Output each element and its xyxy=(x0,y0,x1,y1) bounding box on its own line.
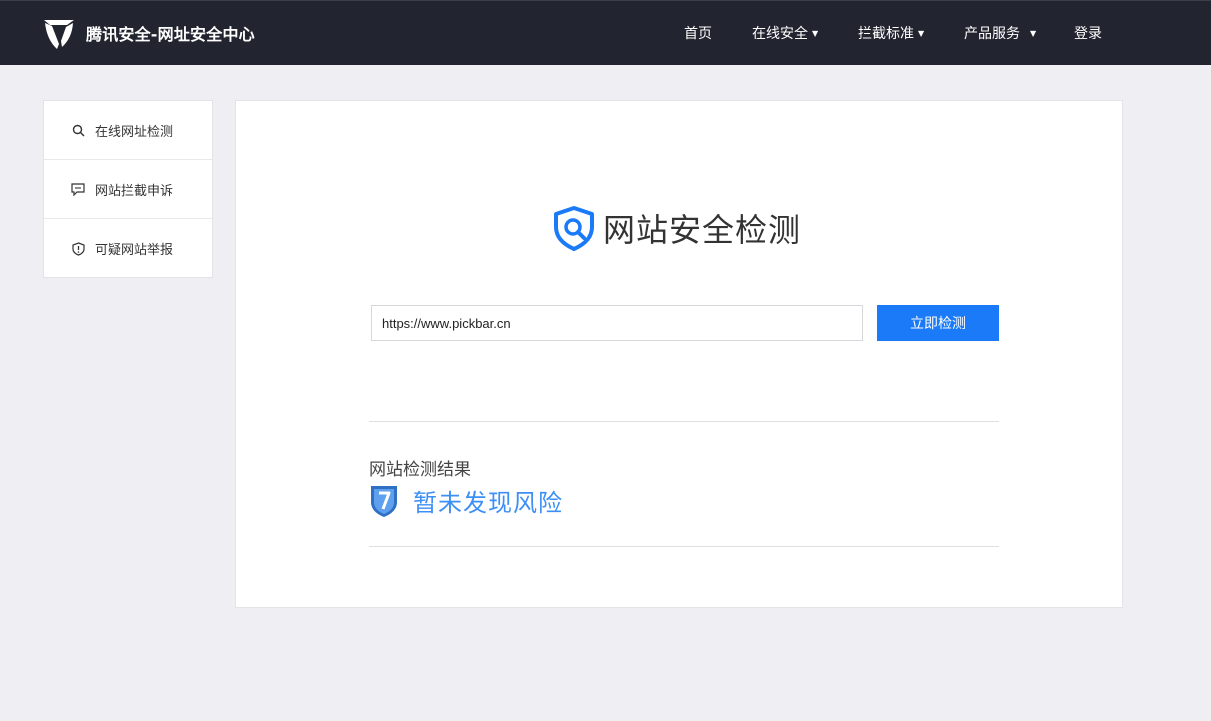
tencent-security-logo-icon xyxy=(44,20,74,49)
check-now-button[interactable]: 立即检测 xyxy=(877,305,999,341)
nav-item-login[interactable]: 登录 xyxy=(1074,23,1102,43)
nav-item-label: 首页 xyxy=(684,26,712,42)
caret-down-icon: ▼ xyxy=(1030,28,1037,38)
result-text: 暂未发现风险 xyxy=(413,489,563,517)
divider xyxy=(369,421,999,422)
shield-search-icon xyxy=(554,206,594,251)
sidebar-item-label: 可疑网站举报 xyxy=(95,243,174,258)
caret-down-icon: ▼ xyxy=(812,28,819,38)
sidebar-item-label: 网站拦截申诉 xyxy=(95,183,174,199)
page-title-text: 网站安全检测 xyxy=(603,211,802,249)
chat-icon xyxy=(71,182,85,196)
nav-item-label: 登录 xyxy=(1074,26,1102,42)
nav-item-label: 在线安全 xyxy=(752,26,808,42)
result-status: 暂未发现风险 xyxy=(369,483,563,518)
result-label: 网站检测结果 xyxy=(369,460,471,480)
sidebar-item-report-suspicious[interactable]: 可疑网站举报 xyxy=(44,219,212,278)
search-icon xyxy=(71,123,85,137)
caret-down-icon: ▼ xyxy=(918,28,925,38)
url-input[interactable] xyxy=(371,305,863,341)
sidebar-item-label: 在线网址检测 xyxy=(95,124,174,140)
brand[interactable]: 腾讯安全-网址安全中心 xyxy=(42,15,255,51)
sidebar-item-block-appeal[interactable]: 网站拦截申诉 xyxy=(44,160,212,219)
nav-item-online-security[interactable]: 在线安全 ▼ xyxy=(752,23,818,43)
page-title: 网站安全检测 xyxy=(551,205,801,251)
nav-item-products[interactable]: 产品服务 ▼ xyxy=(964,23,1036,43)
main-panel: 网站安全检测 立即检测 网站检测结果 暂未发现风险 xyxy=(235,100,1123,608)
shield-alert-icon xyxy=(71,241,85,256)
divider xyxy=(369,546,999,547)
nav-item-home[interactable]: 首页 xyxy=(684,23,712,43)
top-navbar: 腾讯安全-网址安全中心 首页 在线安全 ▼ 拦截标准 ▼ 产品服务 ▼ 登录 xyxy=(0,0,1211,65)
sidebar: 在线网址检测 网站拦截申诉 可疑网站举报 xyxy=(43,100,213,278)
sidebar-item-url-check[interactable]: 在线网址检测 xyxy=(44,101,212,160)
brand-title: 腾讯安全-网址安全中心 xyxy=(86,25,255,44)
nav-item-label: 拦截标准 xyxy=(858,26,914,42)
nav-item-block-standard[interactable]: 拦截标准 ▼ xyxy=(858,23,924,43)
safe-shield-icon xyxy=(371,485,397,517)
nav-item-label: 产品服务 xyxy=(964,26,1020,42)
